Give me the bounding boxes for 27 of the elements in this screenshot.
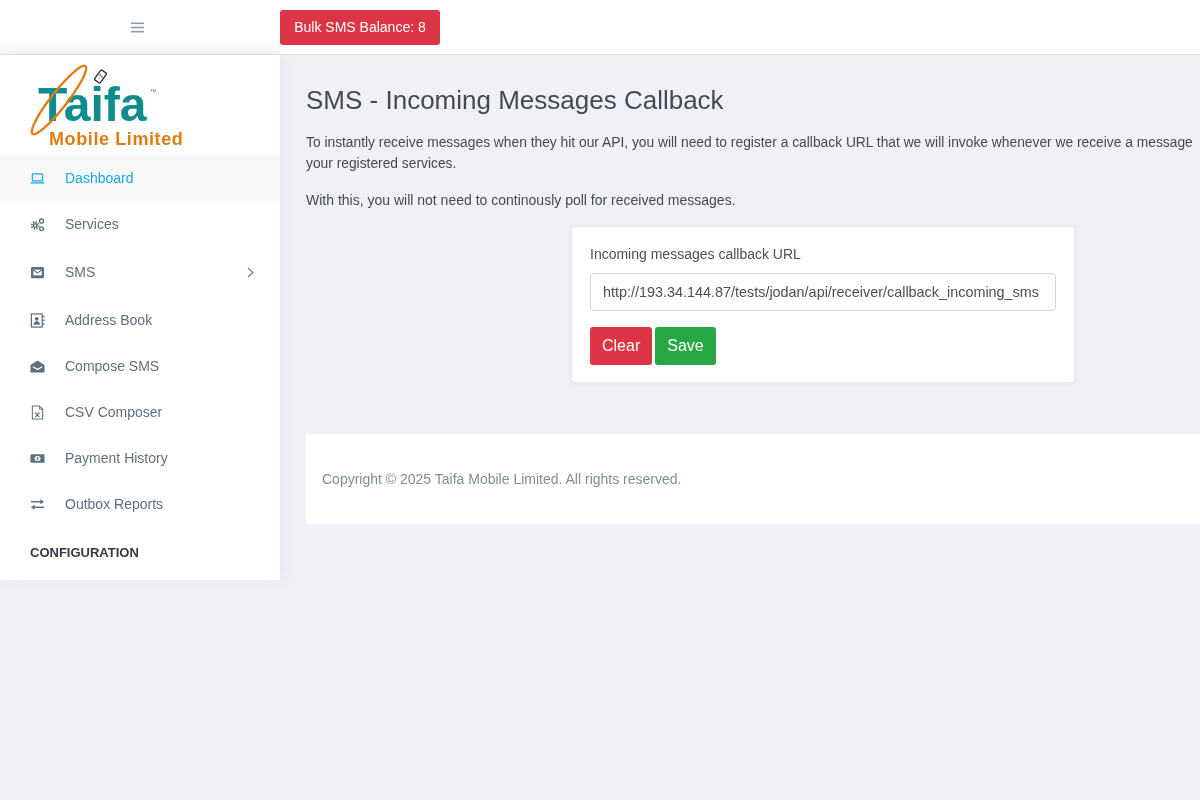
clear-button[interactable]: Clear (590, 327, 653, 365)
chevron-right-icon (247, 266, 254, 278)
note-text: With this, you will not need to continously poll for received messages. (306, 191, 737, 210)
address-book-icon (30, 312, 45, 328)
sidebar-item[interactable]: SMS (0, 247, 280, 297)
section-heading: CONFIGURATION (30, 545, 139, 560)
field-label: Incoming messages callback URL (590, 245, 801, 264)
save-button[interactable]: Save (655, 327, 716, 365)
balance-button[interactable]: Bulk SMS Balance: 8 (280, 9, 440, 45)
sidebar-item[interactable]: Outbox Reports (0, 481, 280, 527)
menu-icon[interactable] (130, 21, 144, 33)
envelope-icon (30, 264, 45, 280)
page-title: SMS - Incoming Messages Callback (306, 85, 725, 115)
sidebar-item[interactable]: Payment History (0, 435, 280, 481)
sidebar-item[interactable]: Address Book (0, 297, 280, 343)
gears-icon (30, 216, 45, 232)
open-envelope-icon (30, 358, 45, 374)
url-input[interactable]: http://193.34.144.87/tests/jodan/api/receiver/callback_incoming_sms (590, 273, 1056, 311)
sidebar-item[interactable]: CSV Composer (0, 389, 280, 435)
spreadsheet-file-icon (30, 404, 45, 420)
intro-paragraph: To instantly receive messages when they hit our API, you will need to register a callback URL that we will invoke whenever we receive a message your registered services. (306, 134, 1193, 173)
copyright-text: Copyright © 2025 Taifa Mobile Limited. All rights reserved. (322, 471, 682, 487)
exchange-arrows-icon (30, 496, 45, 512)
logo-tagline: Mobile Limited (49, 129, 184, 149)
sidebar-item[interactable]: Compose SMS (0, 343, 280, 389)
sidebar-item[interactable]: Services (0, 201, 280, 247)
laptop-icon (30, 170, 45, 186)
